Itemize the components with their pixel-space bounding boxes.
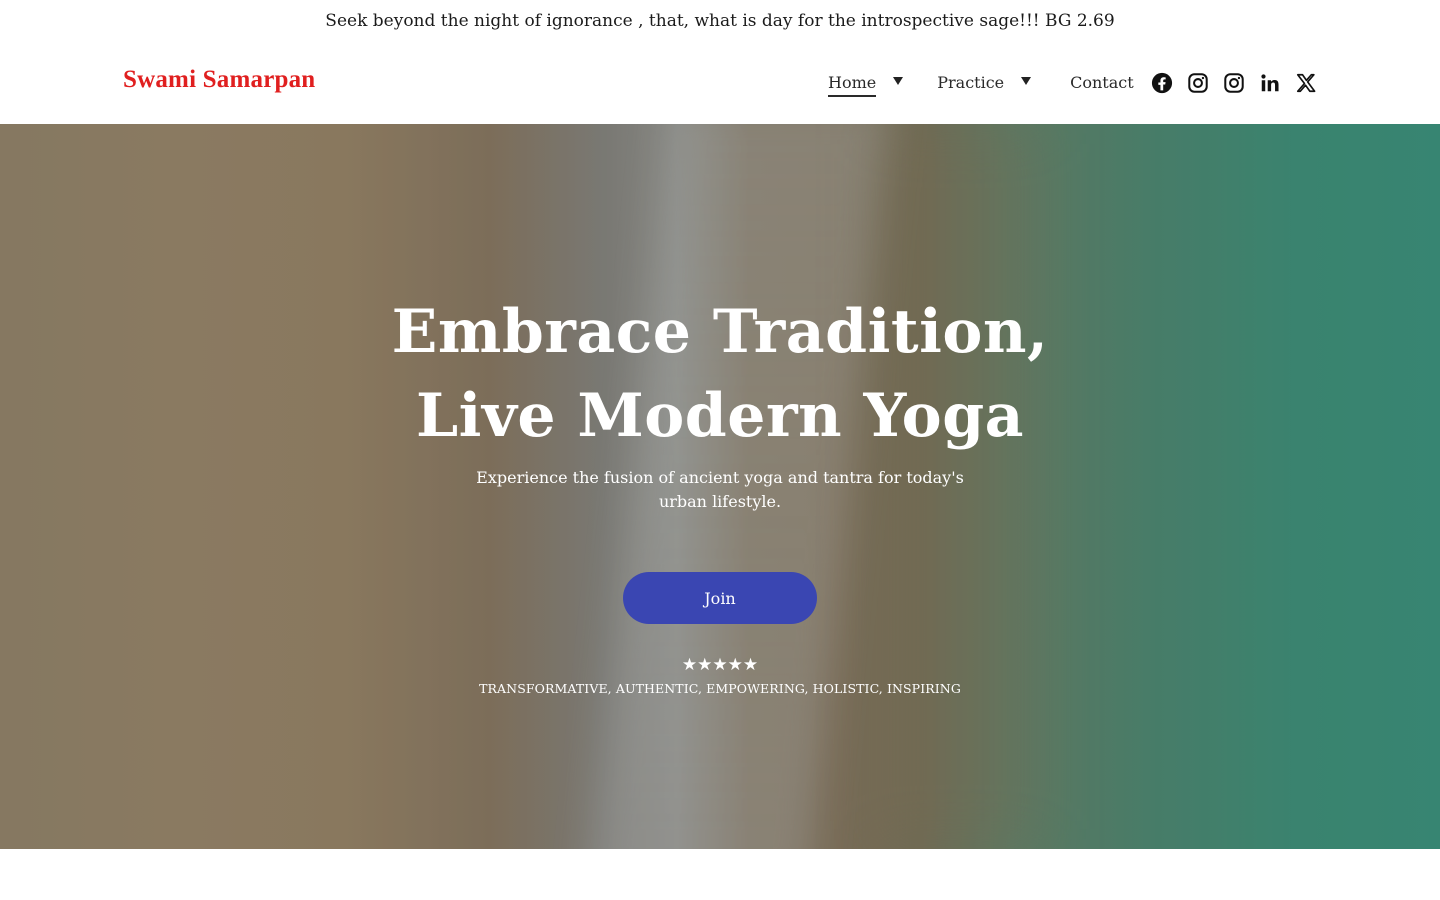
announcement-bar: Seek beyond the night of ignorance , tha… [0, 0, 1440, 42]
x-twitter-icon[interactable] [1294, 71, 1318, 95]
linkedin-icon[interactable] [1258, 71, 1282, 95]
caret-down-icon[interactable] [893, 77, 904, 85]
site-header: Swami Samarpan Home Practice Contact [0, 42, 1440, 124]
instagram-icon[interactable] [1186, 71, 1210, 95]
nav-home-label[interactable]: Home [828, 73, 877, 97]
nav-item-practice[interactable]: Practice [937, 73, 1032, 92]
announcement-text: Seek beyond the night of ignorance , tha… [325, 11, 1115, 31]
main-nav: Home Practice Contact [828, 70, 1134, 97]
hero-title-line2: Live Modern Yoga [415, 381, 1025, 451]
caret-down-icon[interactable] [1021, 77, 1032, 85]
social-links [1150, 71, 1330, 95]
hero-tagline: TRANSFORMATIVE, AUTHENTIC, EMPOWERING, H… [479, 681, 961, 696]
nav-item-contact[interactable]: Contact [1070, 73, 1134, 92]
hero-subtitle: Experience the fusion of ancient yoga an… [476, 468, 964, 511]
nav-contact-label[interactable]: Contact [1070, 73, 1134, 92]
instagram-icon[interactable] [1222, 71, 1246, 95]
hero-title: Embrace Tradition, Live Modern Yoga [320, 290, 1120, 458]
facebook-icon[interactable] [1150, 71, 1174, 95]
nav-item-home[interactable]: Home [828, 73, 904, 97]
hero-section: Embrace Tradition, Live Modern Yoga Expe… [0, 124, 1440, 849]
join-button[interactable]: Join [623, 572, 817, 624]
nav-practice-label[interactable]: Practice [937, 73, 1004, 92]
site-logo-text[interactable]: Swami Samarpan [123, 66, 315, 94]
hero-title-line1: Embrace Tradition, [391, 297, 1049, 367]
rating-stars: ★★★★★ [681, 655, 759, 675]
